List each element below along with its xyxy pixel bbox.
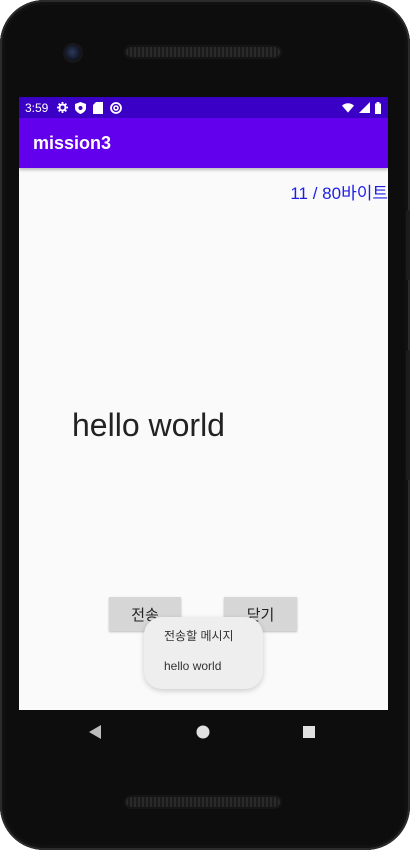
toast-title: 전송할 메시지	[164, 629, 234, 643]
top-speaker	[126, 47, 280, 57]
app-bar: mission3	[19, 118, 388, 168]
byte-counter: 11 / 80바이트	[290, 184, 388, 203]
sd-card-icon	[92, 101, 104, 114]
status-bar: 3:59	[19, 97, 388, 118]
volume-button	[406, 350, 410, 480]
phone-frame: 3:59 mission3 11 / 80바이트 hello world 전송 …	[0, 0, 410, 850]
screen: 3:59 mission3 11 / 80바이트 hello world 전송 …	[19, 97, 388, 710]
shield-icon	[74, 101, 86, 114]
home-icon[interactable]	[193, 722, 213, 742]
bottom-speaker	[126, 797, 280, 807]
toast-popup: 전송할 메시지 hello world	[144, 617, 263, 689]
power-button	[406, 210, 410, 280]
back-icon[interactable]	[86, 722, 106, 742]
signal-icon	[358, 102, 370, 114]
settings-icon	[56, 102, 68, 114]
message-input[interactable]: hello world	[72, 407, 225, 444]
recents-icon[interactable]	[299, 722, 319, 742]
navigation-bar	[19, 710, 388, 754]
app-title: mission3	[33, 132, 112, 153]
battery-icon	[374, 101, 382, 114]
wifi-icon	[342, 102, 354, 114]
at-sign-icon	[110, 101, 123, 114]
front-camera	[65, 45, 81, 61]
status-time: 3:59	[25, 100, 49, 115]
toast-message: hello world	[164, 659, 222, 673]
